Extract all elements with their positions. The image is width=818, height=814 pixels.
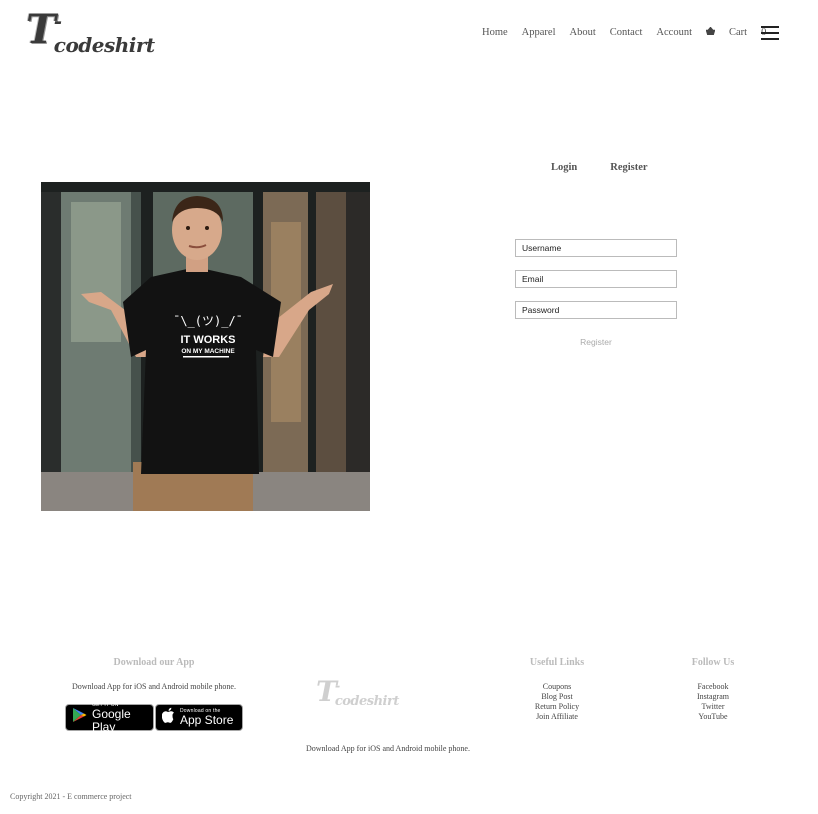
footer-logo-text: -codeshirt — [334, 679, 400, 709]
apple-icon — [161, 707, 175, 728]
link-youtube[interactable]: YouTube — [698, 712, 727, 722]
footer-logo-mark: T — [316, 675, 337, 708]
tab-register[interactable]: Register — [610, 162, 647, 173]
password-input[interactable] — [515, 301, 677, 319]
username-input[interactable] — [515, 239, 677, 257]
nav-contact[interactable]: Contact — [610, 27, 643, 38]
link-return-policy[interactable]: Return Policy — [535, 702, 579, 712]
link-join-affiliate[interactable]: Join Affiliate — [536, 712, 578, 722]
main-nav: Home Apparel About Contact Account Cart0 — [482, 26, 794, 38]
useful-links-heading: Useful Links — [529, 657, 585, 668]
nav-about[interactable]: About — [570, 27, 596, 38]
link-twitter[interactable]: Twitter — [702, 702, 725, 712]
app-store-label: App Store — [180, 713, 234, 727]
tab-login[interactable]: Login — [551, 162, 577, 173]
nav-account[interactable]: Account — [656, 27, 692, 38]
follow-us-list: Facebook Instagram Twitter YouTube — [663, 682, 763, 722]
email-input[interactable] — [515, 270, 677, 288]
hero-image: ¯\_(ツ)_/¯ IT WORKS ON MY MACHINE — [41, 182, 370, 511]
auth-tabs: Login Register — [551, 162, 648, 173]
google-play-button[interactable]: GET IT ON Google Play — [65, 702, 154, 734]
shirt-print-line1: IT WORKS — [181, 334, 236, 346]
logo-text: -codeshirt — [53, 9, 155, 57]
footer-app-heading: Download our App — [113, 657, 195, 668]
link-coupons[interactable]: Coupons — [543, 682, 571, 692]
google-play-icon — [72, 707, 87, 728]
link-instagram[interactable]: Instagram — [697, 692, 729, 702]
footer-app-text: Download App for iOS and Android mobile … — [72, 682, 236, 691]
copyright-text: Copyright 2021 - E commerce project — [10, 792, 132, 801]
link-blog-post[interactable]: Blog Post — [541, 692, 572, 702]
basket-icon — [705, 26, 716, 38]
footer-center-text: Download App for iOS and Android mobile … — [306, 744, 470, 753]
shirt-print-face: ¯\_(ツ)_/¯ — [173, 314, 243, 328]
site-logo[interactable]: T -codeshirt — [26, 6, 158, 57]
cart-label: Cart — [729, 27, 748, 38]
nav-apparel[interactable]: Apparel — [522, 27, 556, 38]
register-button[interactable]: Register — [515, 337, 677, 347]
menu-icon[interactable] — [761, 26, 779, 40]
app-store-button[interactable]: Download on the App Store — [155, 704, 243, 731]
shirt-print-line2: ON MY MACHINE — [181, 348, 235, 355]
follow-us-heading: Follow Us — [691, 657, 735, 668]
useful-links-list: Coupons Blog Post Return Policy Join Aff… — [507, 682, 607, 722]
link-facebook[interactable]: Facebook — [697, 682, 728, 692]
nav-home[interactable]: Home — [482, 27, 508, 38]
footer-logo: T -codeshirt — [316, 674, 399, 710]
logo-mark: T — [26, 6, 56, 53]
google-play-label: Google Play — [92, 706, 131, 734]
